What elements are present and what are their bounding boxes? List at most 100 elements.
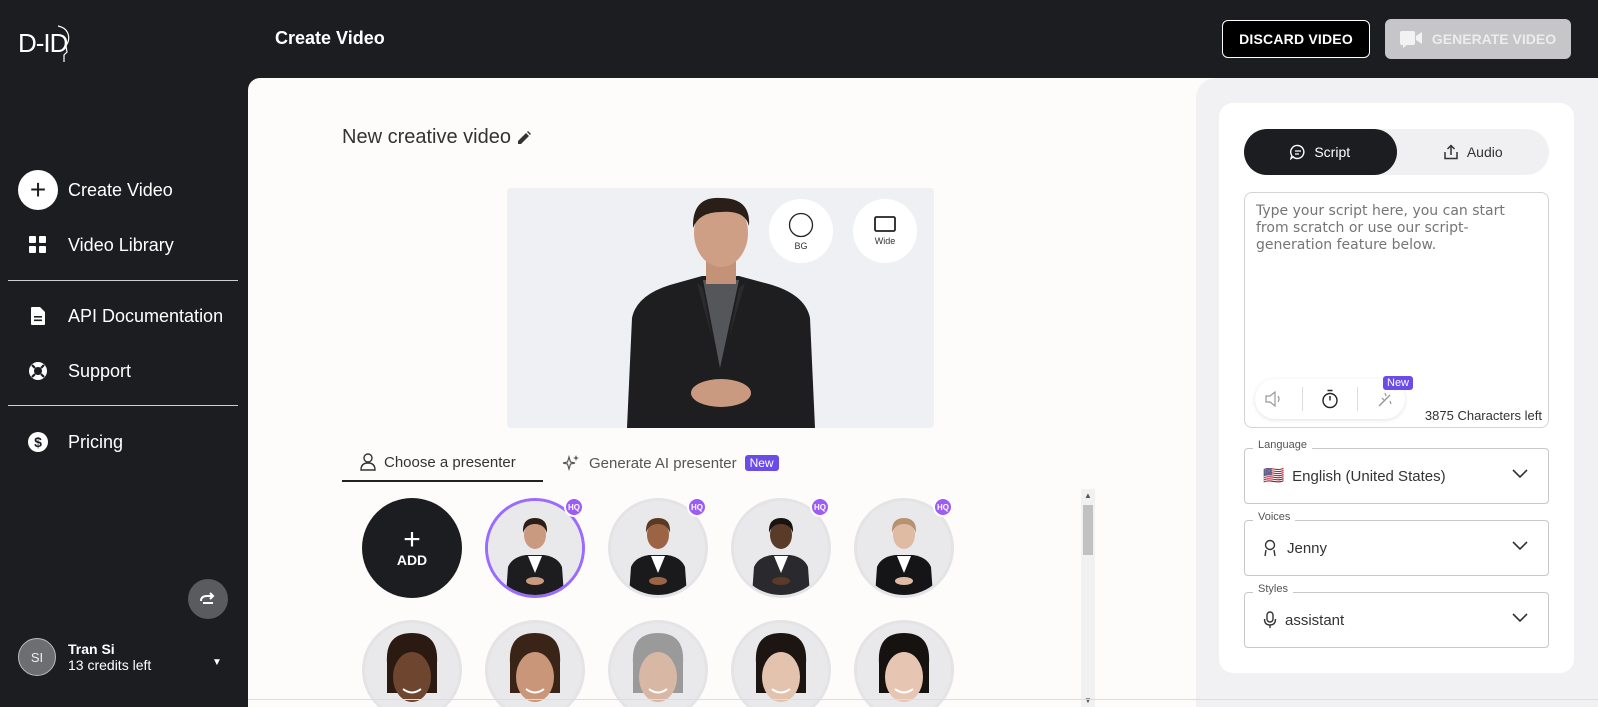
sidebar-item-label: Pricing <box>68 431 124 452</box>
page-bottom-border <box>248 699 1598 700</box>
user-menu[interactable]: SI Tran Si 13 credits left <box>18 638 151 676</box>
hq-badge: HQ <box>810 497 830 517</box>
switch-account-button[interactable] <box>188 579 228 619</box>
new-badge: New <box>744 455 779 471</box>
script-panel: Script Audio New 3875 Characters left La… <box>1219 103 1574 673</box>
sidebar-item-video-library[interactable]: Video Library <box>18 225 174 265</box>
chevron-down-icon <box>1512 541 1528 551</box>
caret-down-icon[interactable]: ▼ <box>212 657 222 668</box>
presenter-tabs: Choose a presenter Generate AI presenter… <box>342 444 795 482</box>
sidebar-item-pricing[interactable]: $ Pricing <box>18 422 123 462</box>
tab-choose-presenter[interactable]: Choose a presenter <box>342 444 543 482</box>
presenter-avatar-image <box>611 623 705 707</box>
speaker-icon[interactable] <box>1264 390 1284 408</box>
plus-icon: + <box>403 523 421 556</box>
hq-badge: HQ <box>687 497 707 517</box>
styles-label: Styles <box>1253 583 1293 595</box>
page-title: Create Video <box>275 28 385 48</box>
presenter-card[interactable] <box>362 620 462 707</box>
sidebar-divider <box>8 280 238 281</box>
plus-icon: + <box>18 170 58 210</box>
microphone-icon <box>1263 611 1277 628</box>
presenter-card[interactable] <box>485 620 585 707</box>
presenter-card[interactable] <box>731 620 831 707</box>
language-value: English (United States) <box>1292 467 1446 485</box>
presenter-card[interactable] <box>608 620 708 707</box>
styles-select[interactable]: Styles assistant <box>1244 583 1549 648</box>
user-icon <box>360 453 376 471</box>
document-icon <box>18 296 58 336</box>
script-audio-toggle: Script Audio <box>1244 129 1549 175</box>
bg-option-label: BG <box>794 240 808 251</box>
sidebar-item-label: Video Library <box>68 234 174 255</box>
chevron-down-icon <box>1512 613 1528 623</box>
generate-video-button[interactable]: GENERATE VIDEO <box>1385 19 1571 59</box>
dollar-icon: $ <box>18 422 58 462</box>
hq-badge: HQ <box>564 497 584 517</box>
video-title[interactable]: New creative video <box>342 126 531 149</box>
tab-label: Choose a presenter <box>384 453 516 471</box>
avatar: SI <box>18 638 56 676</box>
tab-label: Audio <box>1466 144 1503 160</box>
discard-video-button[interactable]: DISCARD VIDEO <box>1222 20 1370 58</box>
sidebar-item-support[interactable]: Support <box>18 351 131 391</box>
scroll-down-arrow-icon[interactable]: ▼ <box>1084 696 1092 705</box>
sidebar-item-label: Create Video <box>68 179 173 200</box>
grid-icon <box>18 225 58 265</box>
presenter-card[interactable] <box>854 620 954 707</box>
tab-label: Script <box>1314 144 1351 160</box>
scroll-thumb[interactable] <box>1083 505 1093 555</box>
sparkles-icon <box>562 454 579 472</box>
presenter-avatar-image <box>734 623 828 707</box>
timer-icon[interactable] <box>1321 389 1339 409</box>
wide-option-label: Wide <box>874 236 896 246</box>
voices-value: Jenny <box>1287 539 1328 557</box>
magic-wand-icon[interactable] <box>1376 389 1396 409</box>
tab-script[interactable]: Script <box>1244 129 1397 175</box>
background-option[interactable]: BG <box>769 199 833 263</box>
sidebar-item-label: API Documentation <box>68 305 224 326</box>
chevron-down-icon <box>1512 469 1528 479</box>
hq-badge: HQ <box>933 497 953 517</box>
script-editor: New 3875 Characters left <box>1244 192 1549 428</box>
new-badge: New <box>1383 376 1414 390</box>
user-credits: 13 credits left <box>68 657 152 673</box>
lifebuoy-icon <box>18 351 58 391</box>
characters-left: 3875 Characters left <box>1424 408 1542 423</box>
presenter-avatar-image <box>488 623 582 707</box>
pencil-icon[interactable] <box>517 130 531 145</box>
presenter-scrollbar[interactable]: ▲ ▼ <box>1081 489 1095 707</box>
voices-select[interactable]: Voices Jenny <box>1244 511 1549 576</box>
styles-value: assistant <box>1285 611 1345 629</box>
sidebar-item-api-documentation[interactable]: API Documentation <box>18 296 223 336</box>
rectangle-icon <box>874 216 896 232</box>
generate-video-label: GENERATE VIDEO <box>1431 31 1557 47</box>
presenter-grid: + ADD HQ HQ HQ HQ <box>342 488 1092 707</box>
voice-person-icon <box>1264 539 1276 557</box>
voices-label: Voices <box>1253 511 1296 523</box>
tool-divider <box>1302 387 1303 411</box>
video-camera-icon <box>1399 31 1422 48</box>
circle-icon <box>788 212 814 237</box>
tab-generate-ai-presenter[interactable]: Generate AI presenter New <box>543 444 795 482</box>
swap-arrows-icon <box>200 592 215 604</box>
sidebar-item-label: Support <box>68 360 132 381</box>
tab-audio[interactable]: Audio <box>1397 129 1550 175</box>
upload-icon <box>1444 144 1458 160</box>
us-flag-icon: 🇺🇸 <box>1263 466 1285 485</box>
video-title-text: New creative video <box>342 126 511 148</box>
sidebar-divider <box>8 405 238 406</box>
language-label: Language <box>1253 439 1312 451</box>
language-select[interactable]: Language 🇺🇸 English (United States) <box>1244 439 1549 504</box>
sidebar-item-create-video[interactable]: + Create Video <box>18 170 173 210</box>
svg-text:D-ID: D-ID <box>18 28 68 58</box>
add-presenter-button[interactable]: + ADD <box>362 498 462 598</box>
video-preview: BG Wide <box>507 188 934 428</box>
d-id-logo[interactable]: D-ID <box>18 22 70 66</box>
add-label: ADD <box>396 552 428 568</box>
tab-label: Generate AI presenter <box>589 454 737 472</box>
tool-divider <box>1357 387 1358 411</box>
aspect-ratio-option[interactable]: Wide <box>853 199 917 263</box>
scroll-up-arrow-icon[interactable]: ▲ <box>1084 491 1092 500</box>
script-textarea[interactable] <box>1245 193 1548 373</box>
